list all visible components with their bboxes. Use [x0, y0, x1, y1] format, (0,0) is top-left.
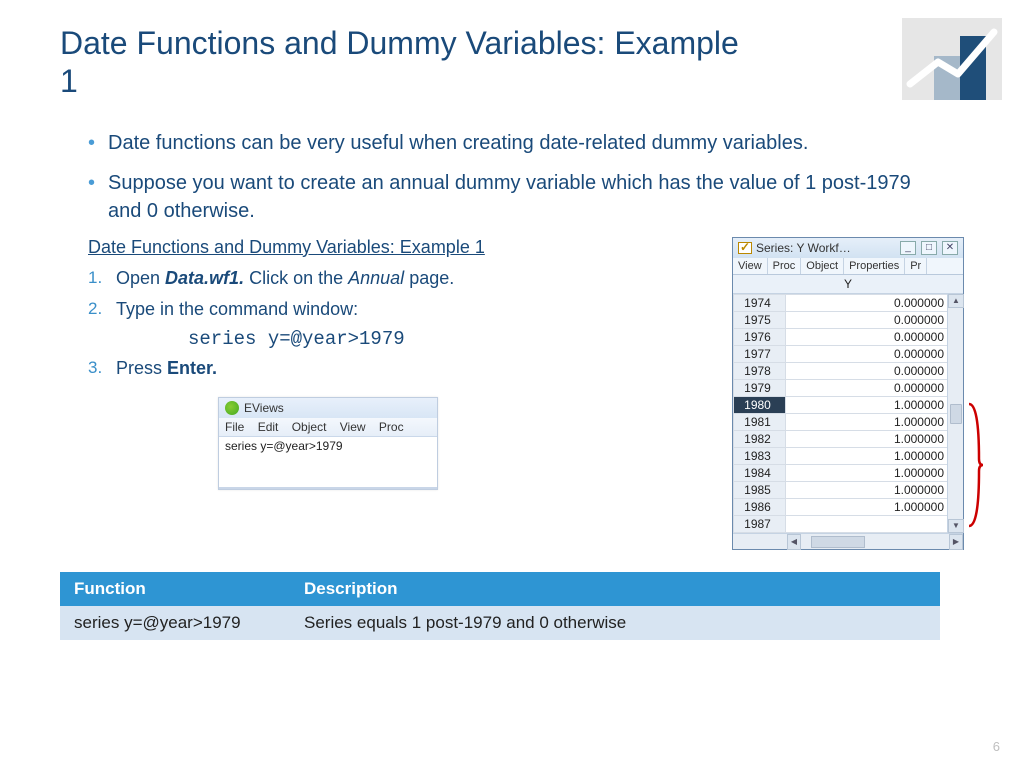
- series-title: Series: Y Workf…: [756, 241, 851, 255]
- vertical-scrollbar[interactable]: ▲ ▼: [947, 294, 963, 533]
- year-cell: 1982: [734, 430, 786, 447]
- year-cell: 1975: [734, 311, 786, 328]
- menu-view[interactable]: View: [340, 420, 366, 434]
- table-row[interactable]: 19801.000000: [734, 396, 963, 413]
- horizontal-scrollbar[interactable]: ◀ ▶: [733, 533, 963, 549]
- scroll-up-icon[interactable]: ▲: [948, 294, 964, 308]
- table-row[interactable]: 1987: [734, 515, 963, 532]
- steps-list: Open Data.wf1. Click on the Annual page.…: [88, 266, 724, 322]
- table-row[interactable]: 19790.000000: [734, 379, 963, 396]
- year-cell: 1987: [734, 515, 786, 532]
- year-cell: 1986: [734, 498, 786, 515]
- bracket-annotation: [967, 402, 981, 528]
- function-table: Function Description series y=@year>1979…: [60, 572, 940, 640]
- value-cell: 1.000000: [786, 413, 963, 430]
- step-item: Open Data.wf1. Click on the Annual page.: [88, 266, 724, 291]
- scroll-right-icon[interactable]: ▶: [949, 534, 963, 550]
- section-subtitle: Date Functions and Dummy Variables: Exam…: [88, 237, 724, 258]
- value-cell: 0.000000: [786, 379, 963, 396]
- value-cell: 1.000000: [786, 481, 963, 498]
- table-header-description: Description: [290, 572, 940, 606]
- year-cell: 1977: [734, 345, 786, 362]
- maximize-button[interactable]: □: [921, 241, 937, 255]
- year-cell: 1984: [734, 464, 786, 481]
- step-item: Type in the command window:: [88, 297, 724, 322]
- year-cell: 1983: [734, 447, 786, 464]
- table-cell-function: series y=@year>1979: [60, 606, 290, 640]
- eviews-command-input[interactable]: series y=@year>1979: [219, 437, 437, 489]
- eviews-menubar: File Edit Object View Proc: [219, 418, 437, 437]
- table-row[interactable]: 19841.000000: [734, 464, 963, 481]
- tool-view[interactable]: View: [733, 258, 768, 274]
- year-cell: 1985: [734, 481, 786, 498]
- series-toolbar: View Proc Object Properties Pr: [733, 258, 963, 275]
- minimize-button[interactable]: _: [900, 241, 916, 255]
- year-cell: 1978: [734, 362, 786, 379]
- series-titlebar: Series: Y Workf… _ □ ✕: [733, 238, 963, 258]
- table-row[interactable]: 19851.000000: [734, 481, 963, 498]
- table-row[interactable]: 19861.000000: [734, 498, 963, 515]
- table-row[interactable]: 19760.000000: [734, 328, 963, 345]
- table-row[interactable]: 19821.000000: [734, 430, 963, 447]
- tool-more[interactable]: Pr: [905, 258, 927, 274]
- table-row[interactable]: 19811.000000: [734, 413, 963, 430]
- year-cell: 1981: [734, 413, 786, 430]
- menu-proc[interactable]: Proc: [379, 420, 404, 434]
- table-row[interactable]: 19740.000000: [734, 294, 963, 311]
- value-cell: [786, 515, 963, 532]
- table-header-function: Function: [60, 572, 290, 606]
- eviews-command-window: EViews File Edit Object View Proc series…: [218, 397, 438, 490]
- bullet-item: Date functions can be very useful when c…: [88, 129, 918, 157]
- table-row[interactable]: 19750.000000: [734, 311, 963, 328]
- value-cell: 0.000000: [786, 362, 963, 379]
- steps-list: Press Enter.: [88, 356, 724, 381]
- series-grid: 19740.00000019750.00000019760.0000001977…: [733, 294, 963, 533]
- year-cell: 1980: [734, 396, 786, 413]
- value-cell: 1.000000: [786, 498, 963, 515]
- value-cell: 1.000000: [786, 447, 963, 464]
- step-item: Press Enter.: [88, 356, 724, 381]
- page-number: 6: [993, 739, 1000, 754]
- value-cell: 1.000000: [786, 396, 963, 413]
- command-text: series y=@year>1979: [188, 328, 724, 350]
- year-cell: 1979: [734, 379, 786, 396]
- tool-proc[interactable]: Proc: [768, 258, 802, 274]
- brand-logo: [902, 18, 1002, 100]
- value-cell: 0.000000: [786, 294, 963, 311]
- menu-edit[interactable]: Edit: [258, 420, 279, 434]
- column-header: Y: [733, 275, 963, 294]
- tool-properties[interactable]: Properties: [844, 258, 905, 274]
- table-row[interactable]: 19770.000000: [734, 345, 963, 362]
- table-row[interactable]: 19780.000000: [734, 362, 963, 379]
- value-cell: 0.000000: [786, 328, 963, 345]
- value-cell: 1.000000: [786, 464, 963, 481]
- menu-object[interactable]: Object: [292, 420, 327, 434]
- value-cell: 0.000000: [786, 345, 963, 362]
- scroll-down-icon[interactable]: ▼: [948, 519, 964, 533]
- tool-object[interactable]: Object: [801, 258, 844, 274]
- slide-title: Date Functions and Dummy Variables: Exam…: [60, 24, 760, 101]
- year-cell: 1974: [734, 294, 786, 311]
- eviews-titlebar: EViews: [219, 398, 437, 418]
- scroll-thumb[interactable]: [950, 404, 962, 424]
- year-cell: 1976: [734, 328, 786, 345]
- scroll-left-icon[interactable]: ◀: [787, 534, 801, 550]
- bullet-item: Suppose you want to create an annual dum…: [88, 169, 918, 225]
- eviews-app-icon: [225, 401, 239, 415]
- eviews-app-name: EViews: [244, 401, 284, 415]
- value-cell: 1.000000: [786, 430, 963, 447]
- menu-file[interactable]: File: [225, 420, 244, 434]
- series-icon: [738, 242, 752, 254]
- bullet-list: Date functions can be very useful when c…: [88, 129, 964, 225]
- hscroll-thumb[interactable]: [811, 536, 865, 548]
- series-window: Series: Y Workf… _ □ ✕ View Proc Object …: [732, 237, 964, 550]
- table-cell-description: Series equals 1 post-1979 and 0 otherwis…: [290, 606, 940, 640]
- table-row[interactable]: 19831.000000: [734, 447, 963, 464]
- value-cell: 0.000000: [786, 311, 963, 328]
- close-button[interactable]: ✕: [942, 241, 958, 255]
